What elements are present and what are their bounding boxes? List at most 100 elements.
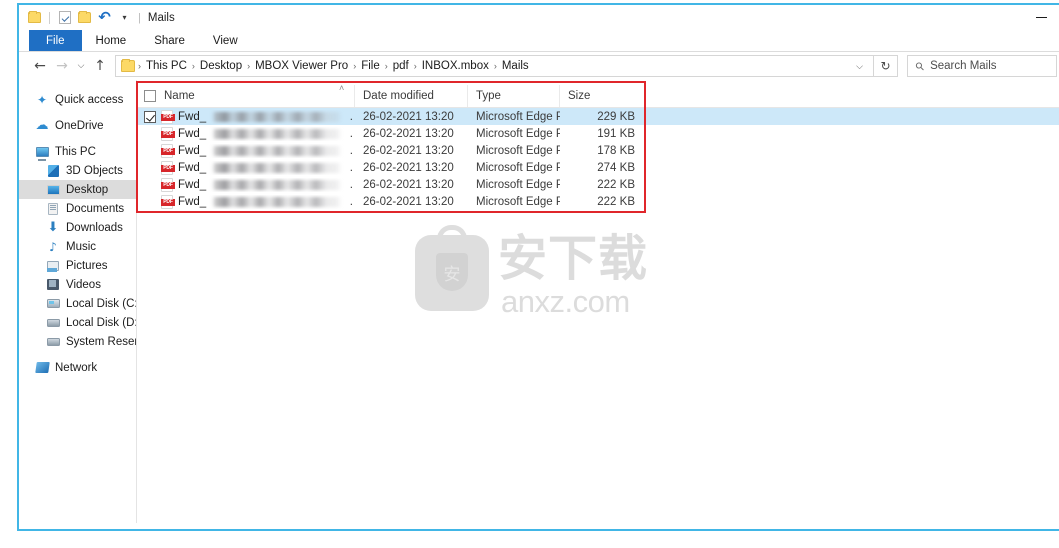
navigation-pane: ✦ Quick access ☁ OneDrive This PC 3D Obj… [19, 80, 137, 523]
breadcrumb-item-inbox-mbox[interactable]: INBOX.mbox [418, 60, 493, 72]
computer-icon [35, 145, 49, 159]
folder-icon[interactable] [27, 10, 42, 25]
file-name-text: Fwd_ [178, 161, 207, 174]
column-header-type[interactable]: Type [468, 85, 560, 107]
up-button[interactable]: ↑ [89, 54, 111, 78]
sidebar-item-label: Downloads [66, 221, 123, 234]
sidebar-item-network[interactable]: Network [19, 358, 136, 377]
sidebar-item-label: Local Disk (D:) [66, 316, 137, 329]
search-icon: ⚲ [912, 58, 928, 74]
sidebar-item-label: Videos [66, 278, 101, 291]
sidebar-item-label: Pictures [66, 259, 108, 272]
table-row[interactable]: Fwd_ . 26-02-2021 13:20 Microsoft Edge P… [137, 176, 1059, 193]
sidebar-item-local-disk-c[interactable]: Local Disk (C:) [19, 294, 136, 313]
file-size-cell: 222 KB [597, 195, 635, 208]
sidebar-item-this-pc[interactable]: This PC [19, 142, 136, 161]
file-size-cell: 191 KB [597, 127, 635, 140]
star-icon: ✦ [36, 92, 48, 107]
sidebar-item-label: Network [55, 361, 98, 374]
file-name-text: Fwd_ [178, 144, 207, 157]
pictures-icon [46, 259, 60, 273]
sidebar-item-documents[interactable]: Documents [19, 199, 136, 218]
pdf-file-icon [161, 143, 175, 158]
breadcrumb-item-file[interactable]: File [357, 60, 384, 72]
pdf-file-icon [161, 177, 175, 192]
breadcrumb-item-this-pc[interactable]: This PC [142, 60, 191, 72]
refresh-button[interactable]: ↻ [874, 55, 898, 77]
file-name-cell: Fwd_ . [137, 143, 355, 158]
sidebar-item-label: System Reserved (F: [66, 335, 136, 348]
column-header-date-modified[interactable]: Date modified [355, 85, 468, 107]
breadcrumb-item-mails[interactable]: Mails [498, 60, 533, 72]
file-name-suffix: . [349, 127, 353, 140]
ribbon-tab-bar: File Home Share View [19, 30, 1059, 52]
file-name-cell: Fwd_ . [137, 126, 355, 141]
sidebar-item-music[interactable]: ♪ Music [19, 237, 136, 256]
breadcrumb-dropdown-icon[interactable]: ⌵ [846, 61, 873, 72]
properties-icon[interactable] [57, 10, 72, 25]
file-date-cell: 26-02-2021 13:20 [363, 144, 454, 157]
tab-share[interactable]: Share [140, 30, 199, 51]
row-checkbox[interactable] [144, 110, 156, 123]
table-row[interactable]: Fwd_ . 26-02-2021 13:20 Microsoft Edge P… [137, 159, 1059, 176]
breadcrumb-item-pdf[interactable]: pdf [389, 60, 413, 72]
file-name-suffix: . [349, 178, 353, 191]
tab-view[interactable]: View [199, 30, 252, 51]
back-button[interactable]: ← [29, 54, 51, 78]
network-icon [34, 361, 50, 375]
minimize-button[interactable] [1019, 5, 1059, 30]
search-placeholder: Search Mails [930, 60, 997, 72]
tab-file[interactable]: File [29, 30, 82, 51]
system-drive-icon [46, 297, 60, 311]
search-input[interactable]: ⚲ Search Mails [907, 55, 1057, 77]
sidebar-item-downloads[interactable]: ⬇ Downloads [19, 218, 136, 237]
column-header-row: ˄ Name Date modified Type Size [137, 84, 1059, 108]
sidebar-item-desktop[interactable]: Desktop [19, 180, 136, 199]
sidebar-item-system-reserved-f[interactable]: System Reserved (F: [19, 332, 136, 351]
recent-locations-icon[interactable]: ⌵ [73, 54, 89, 78]
column-header-size[interactable]: Size [560, 85, 645, 107]
pdf-file-icon [161, 126, 175, 141]
column-header-name[interactable]: Name [137, 85, 355, 107]
music-icon: ♪ [49, 239, 57, 254]
drive-icon [46, 335, 60, 349]
file-list-pane: ˄ Name Date modified Type Size PDF Fwd_ … [137, 80, 1059, 523]
file-name-cell: Fwd_ . [137, 109, 355, 124]
file-size-cell: 178 KB [597, 144, 635, 157]
sidebar-item-quick-access[interactable]: ✦ Quick access [19, 90, 136, 109]
sidebar-item-label: Desktop [66, 183, 109, 196]
file-type-cell: Microsoft Edge P... [476, 195, 560, 208]
breadcrumb-item-mbox-viewer-pro[interactable]: MBOX Viewer Pro [251, 60, 352, 72]
file-name-cell: Fwd_ . [137, 194, 355, 209]
address-bar: ← → ⌵ ↑ › This PC › Desktop › MBOX Viewe… [19, 52, 1059, 80]
downloads-icon: ⬇ [47, 220, 59, 235]
undo-icon[interactable]: ↶ [97, 10, 112, 25]
table-row[interactable]: Fwd_ . 26-02-2021 13:20 Microsoft Edge P… [137, 193, 1059, 210]
title-separator: | [138, 11, 141, 24]
breadcrumb-bar[interactable]: › This PC › Desktop › MBOX Viewer Pro › … [115, 55, 874, 77]
sidebar-item-onedrive[interactable]: ☁ OneDrive [19, 116, 136, 135]
sidebar-item-3d-objects[interactable]: 3D Objects [19, 161, 136, 180]
explorer-window: ↶ ▾ | Mails File Home Share View ← → ⌵ ↑ [17, 3, 1059, 531]
forward-button[interactable]: → [51, 54, 73, 78]
sidebar-item-label: Documents [66, 202, 125, 215]
breadcrumb-item-desktop[interactable]: Desktop [196, 60, 246, 72]
sidebar-item-label: Local Disk (C:) [66, 297, 137, 310]
3d-objects-icon [46, 164, 60, 178]
redacted-filename [212, 196, 342, 207]
file-type-cell: Microsoft Edge P... [476, 178, 560, 191]
sidebar-item-videos[interactable]: Videos [19, 275, 136, 294]
new-folder-icon[interactable] [77, 10, 92, 25]
table-row[interactable]: Fwd_ . 26-02-2021 13:20 Microsoft Edge P… [137, 125, 1059, 142]
sidebar-item-pictures[interactable]: Pictures [19, 256, 136, 275]
sidebar-item-local-disk-d[interactable]: Local Disk (D:) [19, 313, 136, 332]
customize-caret-icon[interactable]: ▾ [117, 10, 132, 25]
breadcrumb: › This PC › Desktop › MBOX Viewer Pro › … [137, 60, 533, 72]
select-all-checkbox[interactable] [144, 90, 156, 102]
window-title: Mails [147, 11, 175, 24]
tab-home[interactable]: Home [82, 30, 141, 51]
table-row[interactable]: Fwd_ . 26-02-2021 13:20 Microsoft Edge P… [137, 108, 1059, 125]
file-name-suffix: . [349, 161, 353, 174]
file-name-text: Fwd_ [178, 110, 207, 123]
table-row[interactable]: Fwd_ . 26-02-2021 13:20 Microsoft Edge P… [137, 142, 1059, 159]
